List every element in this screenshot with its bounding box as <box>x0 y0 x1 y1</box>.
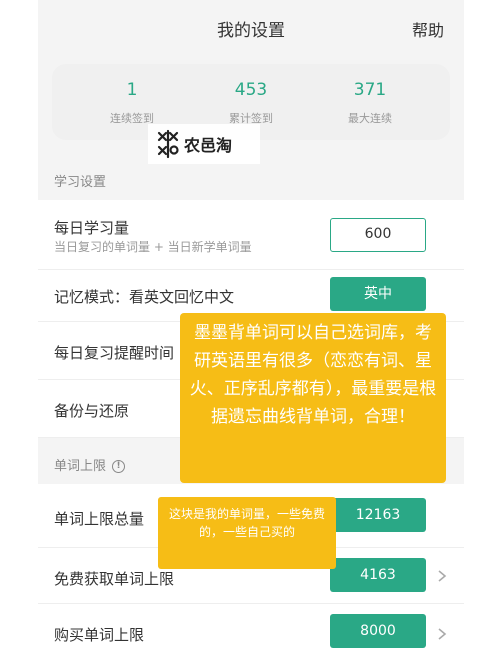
daily-amount-label: 每日学习量 <box>54 219 130 237</box>
daily-amount-row: 每日学习量 当日复习的单词量 + 当日新学单词量 600 <box>38 200 464 270</box>
watermark-text: 农邑淘 <box>184 136 233 155</box>
free-word-limit-value[interactable]: 4163 <box>330 558 426 592</box>
review-reminder-label: 每日复习提醒时间 <box>54 344 175 362</box>
chevron-right-icon[interactable] <box>436 570 448 582</box>
section-title-limits-text: 单词上限 <box>54 459 107 474</box>
watermark-logo-icon <box>157 129 179 159</box>
watermark: 农邑淘 <box>148 124 260 164</box>
help-button[interactable]: 帮助 <box>412 17 444 41</box>
stat-label: 最大连续 <box>348 112 392 125</box>
stat-value: 453 <box>234 80 268 100</box>
stat-total: 453 累计签到 <box>185 80 317 126</box>
info-icon[interactable]: ! <box>112 460 126 473</box>
backup-restore-label: 备份与还原 <box>54 402 130 420</box>
word-limit-total-label: 单词上限总量 <box>54 510 145 528</box>
daily-amount-input[interactable]: 600 <box>330 218 426 252</box>
memory-mode-button[interactable]: 英中 <box>330 277 426 311</box>
annotation-note-large: 墨墨背单词可以自己选词库，考研英语里有很多（恋恋有词、星火、正序乱序都有），最重… <box>180 313 446 483</box>
memory-mode-label: 记忆模式：看英文回忆中文 <box>54 288 235 306</box>
annotation-note-small: 这块是我的单词量，一些免费的，一些自己买的 <box>158 497 336 569</box>
daily-amount-sub: 当日复习的单词量 + 当日新学单词量 <box>54 240 252 254</box>
purchase-word-limit-row[interactable]: 购买单词上限 8000 <box>38 604 464 652</box>
chevron-right-icon[interactable] <box>436 628 448 640</box>
stat-value: 371 <box>353 80 387 100</box>
section-title-study: 学习设置 <box>38 166 464 200</box>
stat-consecutive: 1 连续签到 <box>66 80 198 126</box>
page-title: 我的设置 <box>217 21 285 41</box>
purchase-word-limit-value[interactable]: 8000 <box>330 614 426 648</box>
stat-value: 1 <box>126 80 138 100</box>
free-word-limit-label: 免费获取单词上限 <box>54 570 175 588</box>
header: 我的设置 帮助 <box>38 0 464 52</box>
stat-max: 371 最大连续 <box>304 80 436 126</box>
word-limit-total-value: 12163 <box>330 498 426 532</box>
purchase-word-limit-label: 购买单词上限 <box>54 626 145 644</box>
